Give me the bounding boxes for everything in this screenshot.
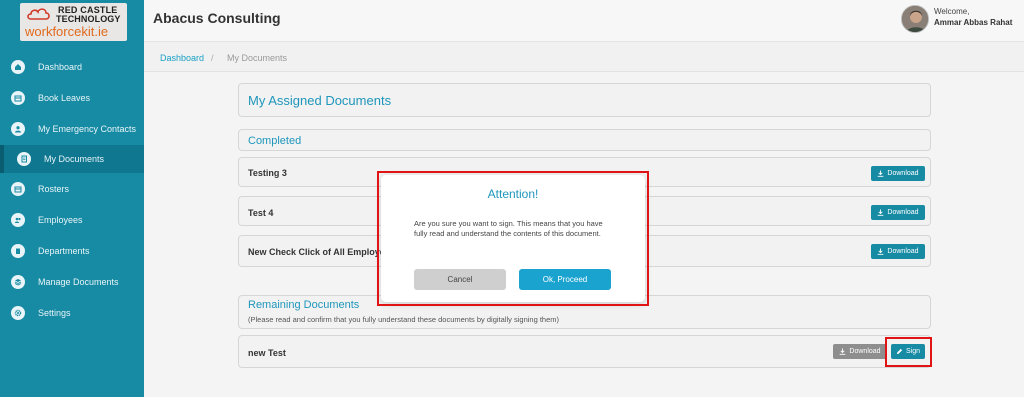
cloud-icon xyxy=(27,8,50,20)
building-icon xyxy=(11,244,25,258)
sidebar-item-departments[interactable]: Departments xyxy=(0,237,144,265)
remaining-subtitle: (Please read and confirm that you fully … xyxy=(248,315,560,324)
documents-icon xyxy=(11,275,25,289)
page-title: My Assigned Documents xyxy=(248,93,392,108)
sidebar-item-label: Dashboard xyxy=(38,62,83,72)
download-button[interactable]: Download xyxy=(871,205,925,220)
welcome-text: Welcome, xyxy=(934,7,970,16)
sidebar-item-label: Rosters xyxy=(38,184,70,194)
document-name: Testing 3 xyxy=(248,168,287,178)
sidebar-item-label: Book Leaves xyxy=(38,93,91,103)
download-icon xyxy=(878,209,884,216)
sidebar-item-label: Employees xyxy=(38,215,83,225)
dialog-highlight xyxy=(377,171,649,306)
completed-title: Completed xyxy=(248,135,302,147)
sidebar-item-label: My Documents xyxy=(44,154,105,164)
calendar-icon xyxy=(11,91,25,105)
sidebar-item-rosters[interactable]: Rosters xyxy=(0,175,144,203)
download-icon xyxy=(840,348,846,355)
calendar-icon xyxy=(11,182,25,196)
home-icon xyxy=(11,60,25,74)
document-name: Test 4 xyxy=(248,208,274,218)
sidebar-item-emergency-contacts[interactable]: My Emergency Contacts xyxy=(0,115,144,143)
breadcrumb-current: My Documents xyxy=(227,53,288,63)
download-label: Download xyxy=(887,248,919,255)
completed-section-header: Completed xyxy=(238,129,931,151)
breadcrumb: Dashboard / My Documents xyxy=(144,42,1024,72)
sidebar-item-employees[interactable]: Employees xyxy=(0,206,144,234)
download-label: Download xyxy=(887,209,919,216)
sidebar: RED CASTLE TECHNOLOGY workforcekit.ie Da… xyxy=(0,0,144,397)
sidebar-item-label: My Emergency Contacts xyxy=(38,124,137,134)
document-name: new Test xyxy=(248,348,286,358)
download-button[interactable]: Download xyxy=(871,166,925,181)
remaining-title: Remaining Documents xyxy=(248,299,360,311)
sidebar-item-settings[interactable]: Settings xyxy=(0,299,144,327)
download-label: Download xyxy=(887,170,919,177)
document-icon xyxy=(17,152,31,166)
top-header: Abacus Consulting Welcome, Ammar Abbas R… xyxy=(144,0,1024,42)
company-logo: RED CASTLE TECHNOLOGY workforcekit.ie xyxy=(20,3,127,41)
page-title-panel: My Assigned Documents xyxy=(238,83,931,117)
users-icon xyxy=(11,213,25,227)
sign-button-highlight xyxy=(885,337,932,367)
sidebar-item-manage-documents[interactable]: Manage Documents xyxy=(0,268,144,296)
sidebar-item-book-leaves[interactable]: Book Leaves xyxy=(0,84,144,112)
breadcrumb-separator: / xyxy=(211,53,214,63)
gear-icon xyxy=(11,306,25,320)
breadcrumb-dashboard-link[interactable]: Dashboard xyxy=(160,53,204,63)
company-title: Abacus Consulting xyxy=(153,10,281,26)
download-icon xyxy=(878,248,884,255)
download-icon xyxy=(878,170,884,177)
document-name: New Check Click of All Employees xyxy=(248,247,395,257)
avatar[interactable] xyxy=(901,5,929,33)
download-label: Download xyxy=(849,348,881,355)
logo-text-line2: TECHNOLOGY xyxy=(56,14,121,24)
user-icon xyxy=(11,122,25,136)
download-button[interactable]: Download xyxy=(833,344,887,359)
sidebar-item-label: Settings xyxy=(38,308,71,318)
sidebar-item-label: Manage Documents xyxy=(38,277,119,287)
list-item: new Test Download Sign xyxy=(238,335,931,368)
sidebar-item-dashboard[interactable]: Dashboard xyxy=(0,53,144,81)
product-name: workforcekit.ie xyxy=(25,24,109,39)
download-button[interactable]: Download xyxy=(871,244,925,259)
user-name: Ammar Abbas Rahat xyxy=(934,18,1013,27)
sidebar-item-label: Departments xyxy=(38,246,90,256)
sidebar-item-my-documents[interactable]: My Documents xyxy=(0,145,144,173)
